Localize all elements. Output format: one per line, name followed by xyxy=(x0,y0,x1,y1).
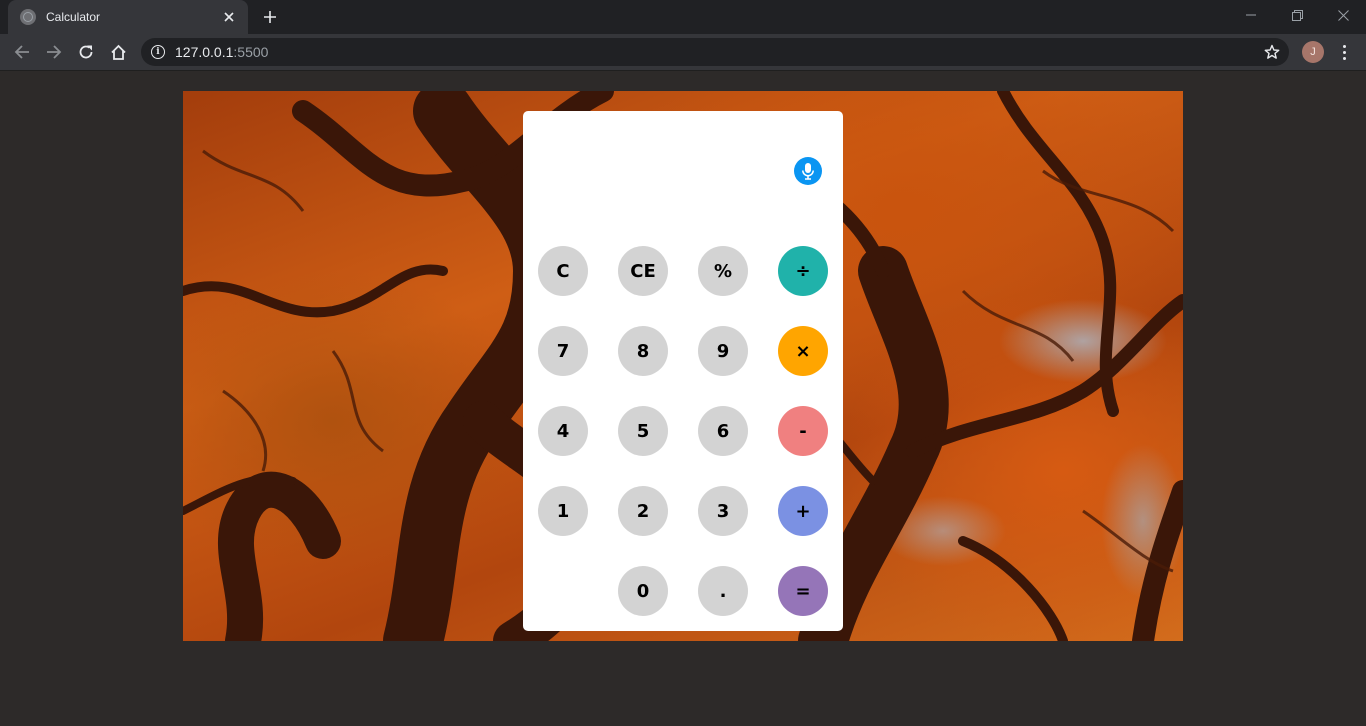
percent-button[interactable]: % xyxy=(698,246,748,296)
digit-7-button[interactable]: 7 xyxy=(538,326,588,376)
back-button[interactable] xyxy=(8,39,36,65)
globe-icon xyxy=(20,9,36,25)
divide-button[interactable]: ÷ xyxy=(778,246,828,296)
browser-toolbar: i 127.0.0.1:5500 J xyxy=(0,34,1366,71)
digit-3-button[interactable]: 3 xyxy=(698,486,748,536)
url-port: :5500 xyxy=(233,44,269,60)
address-bar[interactable]: i 127.0.0.1:5500 xyxy=(141,38,1289,66)
info-icon[interactable]: i xyxy=(151,45,165,59)
clear-button[interactable]: C xyxy=(538,246,588,296)
tab-strip: Calculator xyxy=(0,0,1366,34)
reload-button[interactable] xyxy=(72,39,100,65)
home-button[interactable] xyxy=(104,39,132,65)
digit-4-button[interactable]: 4 xyxy=(538,406,588,456)
minimize-window-icon[interactable] xyxy=(1228,0,1274,30)
calculator-panel: C CE % ÷ 7 8 9 × 4 5 6 - 1 2 3 + 0 . = xyxy=(523,111,843,631)
tab-close-icon[interactable] xyxy=(220,8,238,26)
microphone-icon xyxy=(802,163,814,180)
browser-tab[interactable]: Calculator xyxy=(8,0,248,34)
calculator-display xyxy=(543,131,783,211)
home-icon xyxy=(110,44,126,60)
star-icon[interactable] xyxy=(1263,43,1281,61)
clear-entry-button[interactable]: CE xyxy=(618,246,668,296)
add-button[interactable]: + xyxy=(778,486,828,536)
arrow-left-icon xyxy=(14,45,29,59)
avatar[interactable]: J xyxy=(1302,41,1324,63)
decimal-button[interactable]: . xyxy=(698,566,748,616)
close-window-icon[interactable] xyxy=(1320,0,1366,30)
arrow-right-icon xyxy=(47,45,62,59)
digit-8-button[interactable]: 8 xyxy=(618,326,668,376)
voice-input-button[interactable] xyxy=(794,157,822,185)
kebab-menu-icon[interactable] xyxy=(1334,39,1354,65)
digit-1-button[interactable]: 1 xyxy=(538,486,588,536)
new-tab-button[interactable] xyxy=(258,6,282,28)
digit-5-button[interactable]: 5 xyxy=(618,406,668,456)
digit-2-button[interactable]: 2 xyxy=(618,486,668,536)
multiply-button[interactable]: × xyxy=(778,326,828,376)
equals-button[interactable]: = xyxy=(778,566,828,616)
tab-title: Calculator xyxy=(46,10,101,24)
digit-0-button[interactable]: 0 xyxy=(618,566,668,616)
reload-icon xyxy=(79,45,93,59)
digit-9-button[interactable]: 9 xyxy=(698,326,748,376)
restore-window-icon[interactable] xyxy=(1274,0,1320,30)
forward-button[interactable] xyxy=(40,39,68,65)
url-host: 127.0.0.1 xyxy=(175,44,234,60)
subtract-button[interactable]: - xyxy=(778,406,828,456)
url-text[interactable]: 127.0.0.1:5500 xyxy=(175,44,268,60)
digit-6-button[interactable]: 6 xyxy=(698,406,748,456)
